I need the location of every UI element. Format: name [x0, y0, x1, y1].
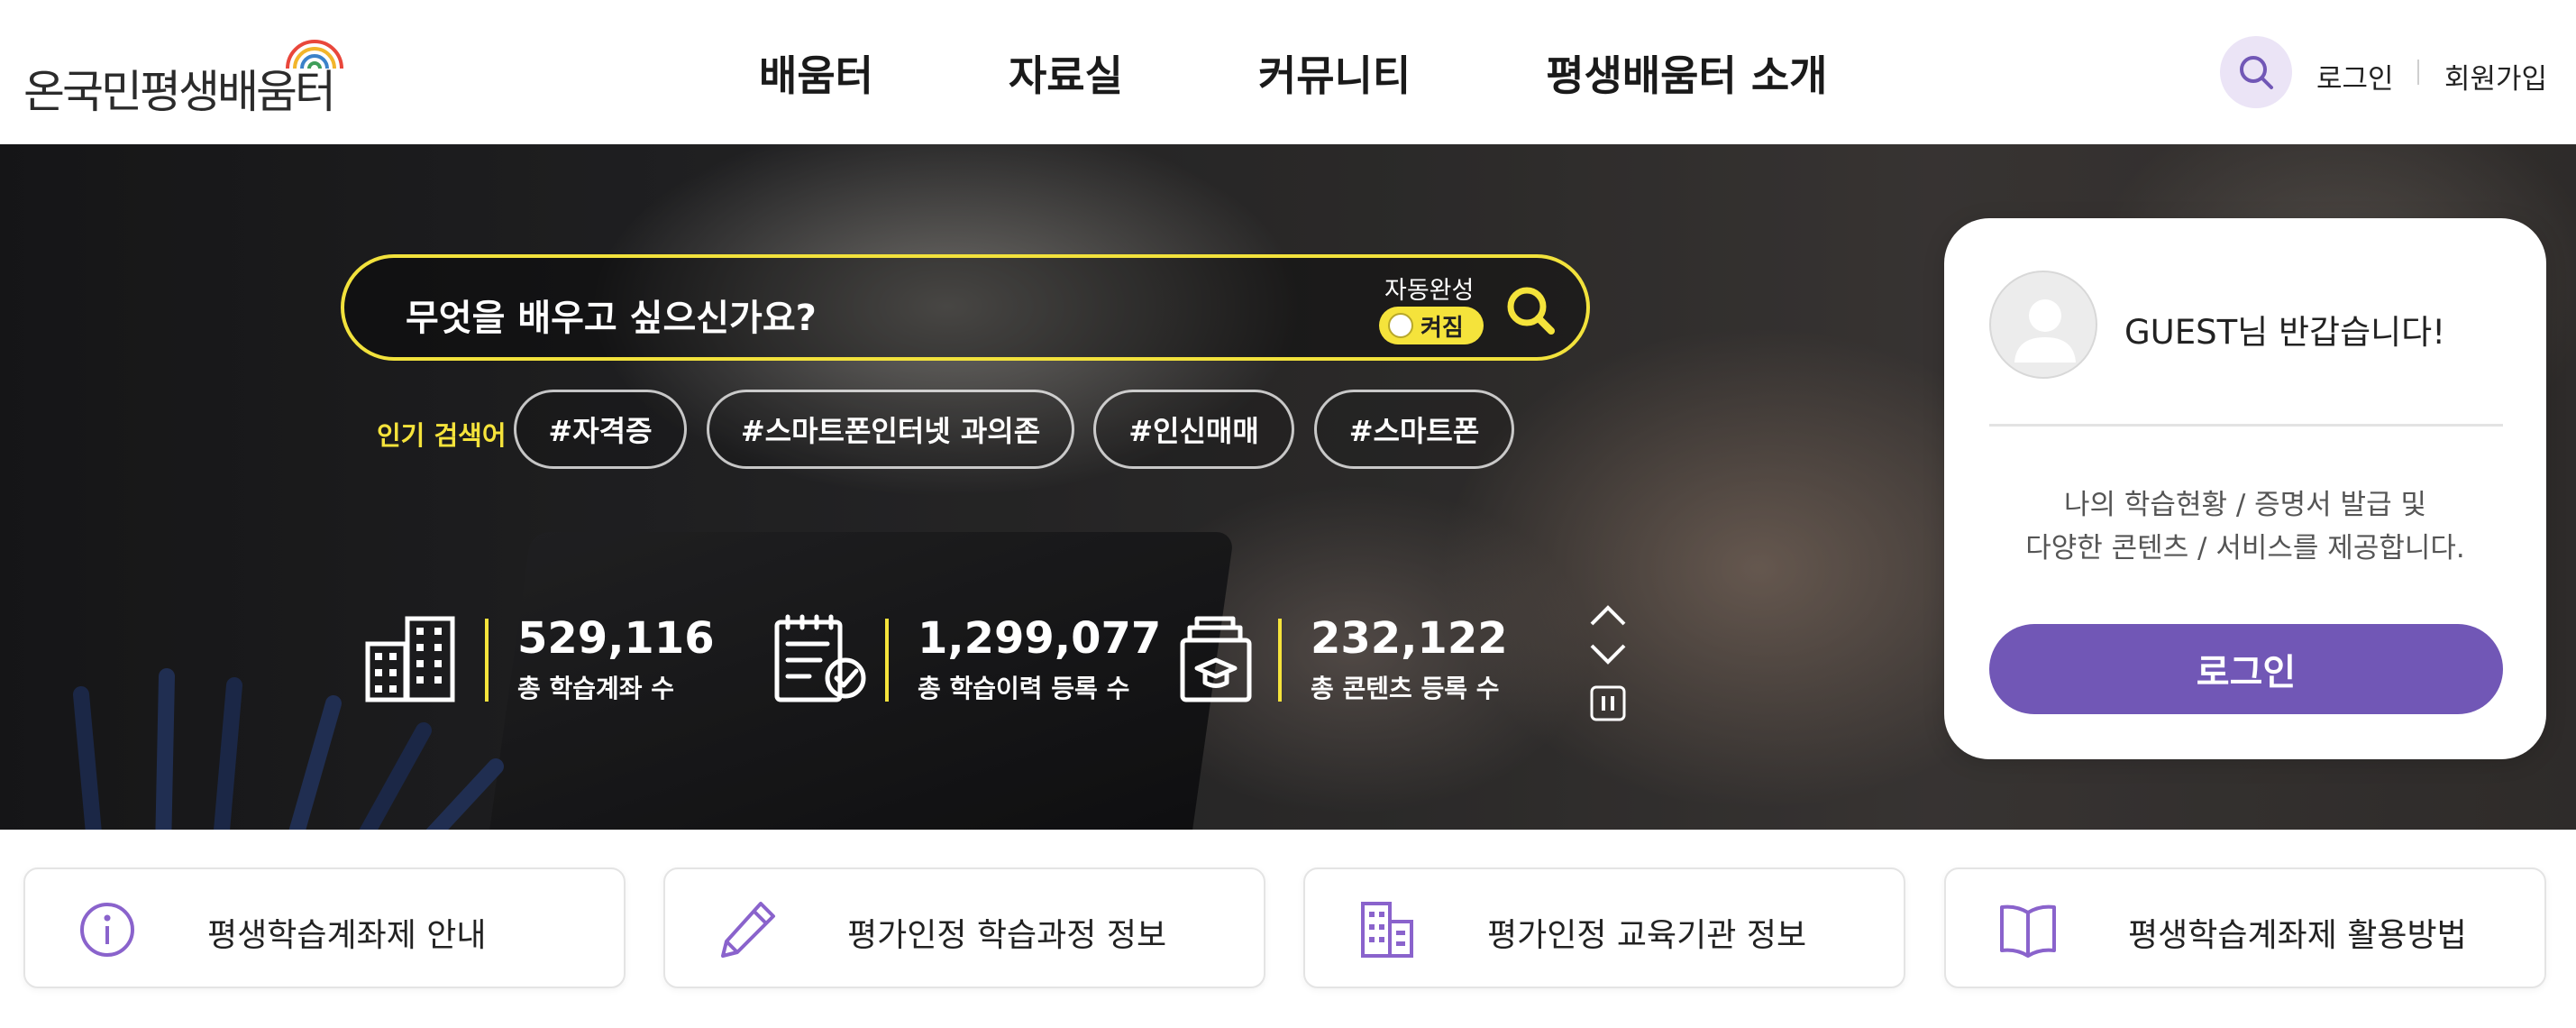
chevron-down-icon[interactable]: [1588, 642, 1628, 669]
autocomplete-label: 자동완성: [1384, 277, 1475, 305]
pencil-icon: [721, 902, 775, 958]
quick-link-label: 평가인정 학습과정 정보: [847, 917, 1167, 954]
nav-item-about[interactable]: 평생배움터 소개: [1546, 43, 1827, 106]
header-search-button[interactable]: [2220, 36, 2292, 108]
card-description-line: 다양한 콘텐츠 / 서비스를 제공합니다.: [2025, 532, 2465, 564]
toggle-knob: [1388, 313, 1413, 338]
header-signup-link[interactable]: 회원가입: [2444, 56, 2547, 96]
header-divider: [2417, 60, 2419, 85]
stat-divider: [885, 619, 889, 702]
building-icon: [365, 616, 455, 702]
nav-item-learning[interactable]: 배움터: [759, 43, 873, 106]
popular-tag[interactable]: #스마트폰인터넷 과의존: [707, 390, 1074, 469]
card-description-line: 나의 학습현황 / 증명서 발급 및: [2064, 489, 2426, 521]
popular-tag[interactable]: #스마트폰: [1314, 390, 1514, 469]
stat-history-value: 1,299,077: [918, 613, 1162, 664]
rainbow-arcs-icon: [286, 40, 343, 69]
greeting-text: GUEST님 반갑습니다!: [2124, 313, 2446, 352]
nav-item-archive[interactable]: 자료실: [1009, 43, 1123, 106]
popular-tag[interactable]: #자격증: [514, 390, 687, 469]
login-button[interactable]: 로그인: [1989, 624, 2503, 714]
search-icon: [2240, 56, 2273, 89]
quick-link-usage[interactable]: 평생학습계좌제 활용방법: [1944, 867, 2546, 988]
popular-tag[interactable]: #인신매매: [1093, 390, 1294, 469]
user-icon: [2014, 299, 2076, 363]
avatar: [1989, 271, 2097, 379]
info-icon: [80, 903, 134, 957]
stat-accounts-value: 529,116: [517, 613, 715, 664]
quick-link-guide[interactable]: 평생학습계좌제 안내: [23, 867, 626, 988]
stat-divider: [1278, 619, 1282, 702]
search-input[interactable]: 무엇을 배우고 싶으신가요?: [406, 289, 817, 341]
graduation-folder-icon: [1180, 616, 1252, 702]
autocomplete-toggle[interactable]: 켜짐: [1379, 307, 1484, 344]
stat-accounts-label: 총 학습계좌 수: [517, 674, 675, 703]
institution-icon: [1361, 902, 1413, 958]
stat-divider: [485, 619, 489, 702]
autocomplete-state: 켜짐: [1420, 314, 1464, 342]
quick-link-label: 평가인정 교육기관 정보: [1487, 917, 1807, 954]
popular-keywords-label: 인기 검색어: [377, 420, 507, 451]
quick-link-institutions[interactable]: 평가인정 교육기관 정보: [1303, 867, 1905, 988]
quick-link-label: 평생학습계좌제 활용방법: [2128, 917, 2467, 954]
header-login-link[interactable]: 로그인: [2316, 56, 2394, 96]
chevron-up-icon[interactable]: [1588, 601, 1628, 628]
stat-contents-value: 232,122: [1311, 613, 1508, 664]
stat-contents-label: 총 콘텐츠 등록 수: [1311, 674, 1500, 703]
main-search-box[interactable]: 무엇을 배우고 싶으신가요? 자동완성 켜짐: [341, 254, 1590, 361]
site-header: 온국민평생배움터 배움터 자료실 커뮤니티 평생배움터 소개 로그인 회원가입: [0, 0, 2576, 144]
nav-item-community[interactable]: 커뮤니티: [1258, 43, 1411, 106]
book-icon: [2000, 904, 2056, 958]
site-logo[interactable]: 온국민평생배움터: [23, 34, 343, 118]
stat-history-label: 총 학습이력 등록 수: [918, 674, 1130, 703]
checklist-icon: [774, 614, 866, 702]
search-submit-icon[interactable]: [1503, 283, 1557, 337]
quick-link-courses[interactable]: 평가인정 학습과정 정보: [663, 867, 1265, 988]
card-divider: [1989, 424, 2503, 427]
pause-icon[interactable]: [1588, 685, 1628, 721]
main-nav: 배움터 자료실 커뮤니티 평생배움터 소개: [759, 43, 1827, 106]
card-description: 나의 학습현황 / 증명서 발급 및 다양한 콘텐츠 / 서비스를 제공합니다.: [1944, 483, 2546, 570]
quick-link-label: 평생학습계좌제 안내: [207, 917, 487, 954]
login-card: GUEST님 반갑습니다! 나의 학습현황 / 증명서 발급 및 다양한 콘텐츠…: [1944, 218, 2546, 759]
